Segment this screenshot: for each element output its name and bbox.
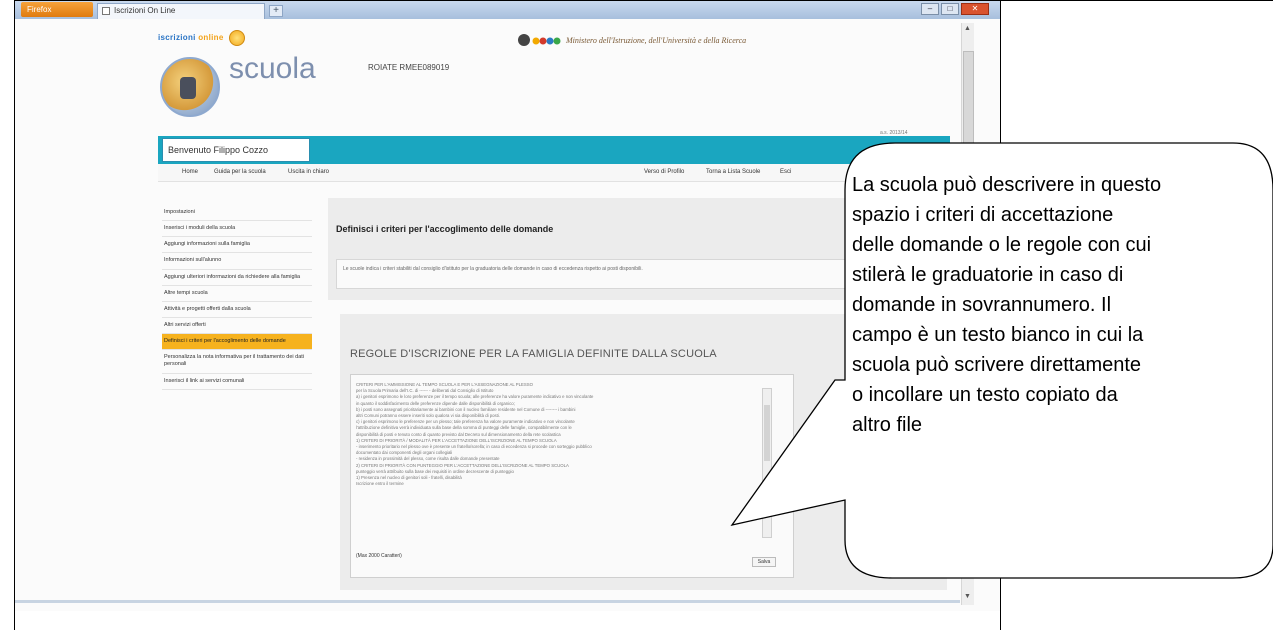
callout-line: campo è un testo bianco in cui la (852, 324, 1144, 346)
callout-line: delle domande o le regole con cui (852, 234, 1152, 256)
callout-line: altro file (852, 414, 923, 436)
callout-line: stilerà le graduatorie in caso di (852, 264, 1124, 286)
callout-line: scuola può scrivere direttamente (852, 354, 1142, 376)
callout-line: La scuola può descrivere in questo (852, 174, 1162, 196)
callout-text: La scuola può descrivere in questo spazio… (852, 170, 1272, 440)
callout-line: spazio i criteri di accettazione (852, 204, 1114, 226)
callout-line: o incollare un testo copiato da (852, 384, 1118, 406)
callout-line: domande in sovrannumero. Il (852, 294, 1112, 316)
document-page: Firefox Iscrizioni On Line + – □ ✕ ▲ ▼ i… (0, 0, 1273, 630)
